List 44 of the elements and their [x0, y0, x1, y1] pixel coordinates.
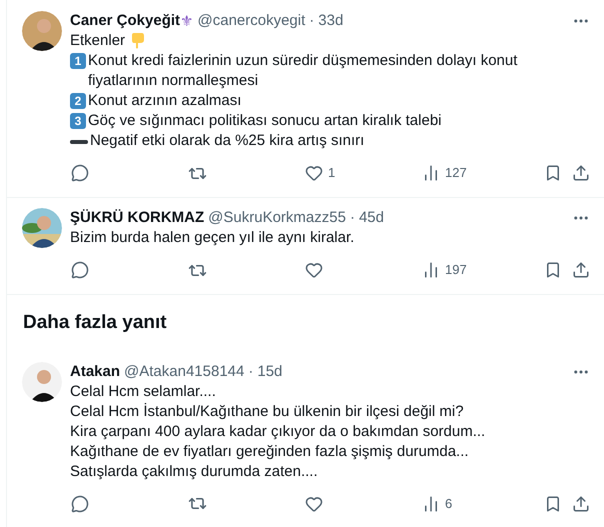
count: 1 [328, 164, 336, 182]
reply-text-line: Kira çarpanı 400 aylara kadar çıkıyor da o bakımdan sordum... [70, 422, 486, 442]
number-badge: 1 [70, 53, 86, 69]
separator-dot: · [350, 208, 355, 228]
bookmark-icon[interactable] [544, 494, 562, 512]
reply-text-line: Konut arzının azalması [88, 91, 242, 111]
share-icon[interactable] [572, 494, 590, 512]
reply-icon[interactable] [70, 163, 90, 183]
number-badge: 2 [70, 93, 86, 109]
author-handle[interactable]: @Atakan4158144 [124, 362, 244, 382]
post-time[interactable]: 15d [257, 362, 282, 382]
reply-text-line: Negatif etki olarak da %25 kira artış sınırı [90, 131, 364, 151]
reply-text-line: Etkenler [70, 31, 126, 51]
share-icon[interactable] [572, 164, 590, 182]
author-name[interactable]: Caner Çokyeğit [70, 11, 180, 31]
author-handle[interactable]: @canercokyegit [198, 11, 306, 31]
post-time[interactable]: 45d [358, 208, 384, 228]
share-icon[interactable] [572, 261, 590, 279]
like-icon[interactable] [304, 260, 324, 280]
like-icon[interactable] [304, 163, 324, 183]
fleur-de-lis-emoji: ⚜ [180, 11, 194, 31]
author-name[interactable]: ŞÜKRÜ KORKMAZ [70, 208, 204, 228]
post-time[interactable]: 33d [318, 11, 344, 31]
reply-text-line: Göç ve sığınmacı politikası sonucu artan kiralık talebi [88, 111, 442, 131]
section-heading: Daha fazla yanıt [23, 312, 167, 333]
separator-dot: · [248, 362, 254, 382]
bookmark-icon[interactable] [544, 261, 562, 279]
reply-text-line: Celal Hcm selamlar.... [70, 382, 216, 402]
reply-text-line: Celal Hcm İstanbul/Kağıthane bu ülkenin bir ilçesi değil mi? [70, 402, 464, 422]
bookmark-icon[interactable] [544, 164, 562, 182]
reply-text-line: Bizim burda halen geçen yıl ile aynı kiralar. [70, 228, 354, 248]
reply-text-line: Kağıthane de ev fiyatları gereğinden fazla şişmiş durumda... [70, 442, 469, 462]
count: 6 [445, 494, 452, 513]
count: 197 [445, 261, 467, 280]
reply-text-line: Konut kredi faizlerinin uzun süredir düşmemesinden dolayı konut fiyatlarının normalleşmesi [88, 51, 518, 91]
minus-icon [70, 140, 88, 144]
separator-dot: · [309, 11, 314, 31]
reply-icon[interactable] [70, 494, 90, 514]
author-name[interactable]: Atakan [70, 362, 120, 382]
author-handle[interactable]: @SukruKorkmazz55 [208, 208, 346, 228]
count: 127 [445, 164, 467, 182]
reply-text-line: Satışlarda çakılmış durumda zaten.... [70, 462, 318, 482]
reply-icon[interactable] [70, 260, 90, 280]
number-badge: 3 [70, 113, 86, 129]
